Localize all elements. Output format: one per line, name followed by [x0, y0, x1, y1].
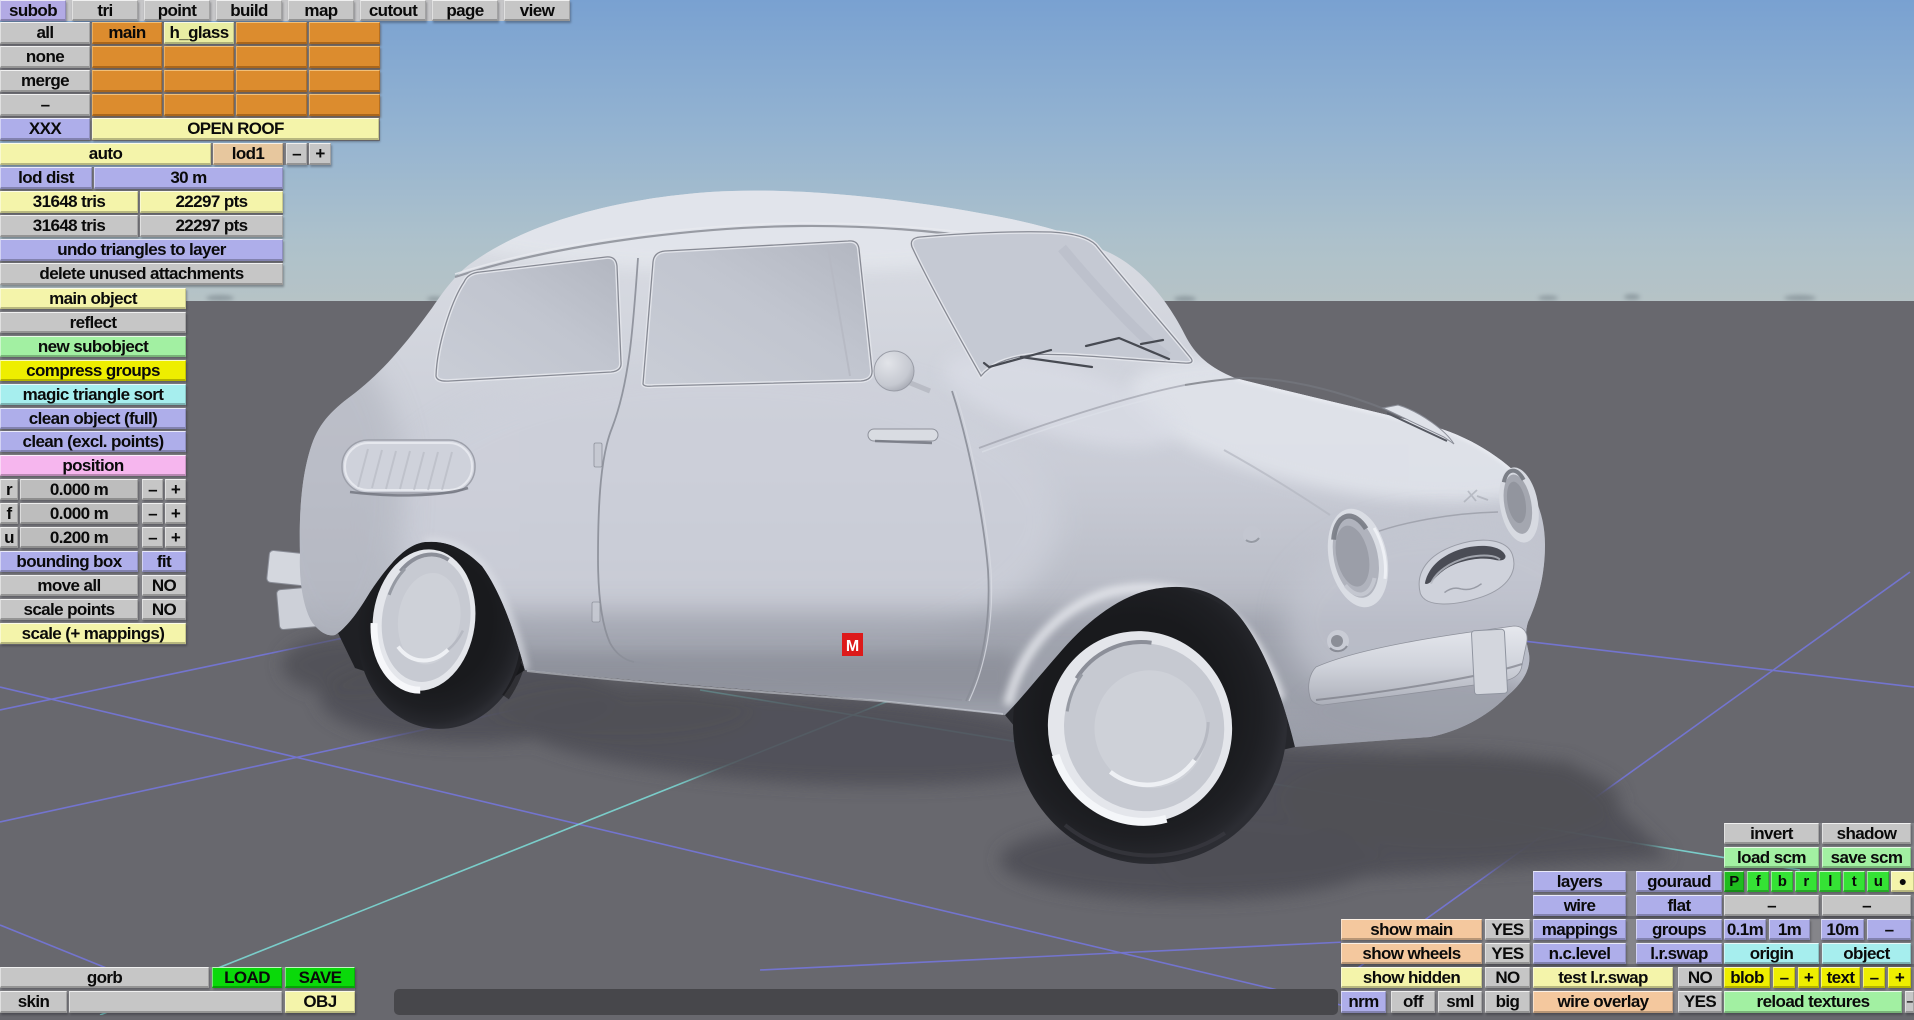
svg-text:M: M [846, 638, 859, 655]
